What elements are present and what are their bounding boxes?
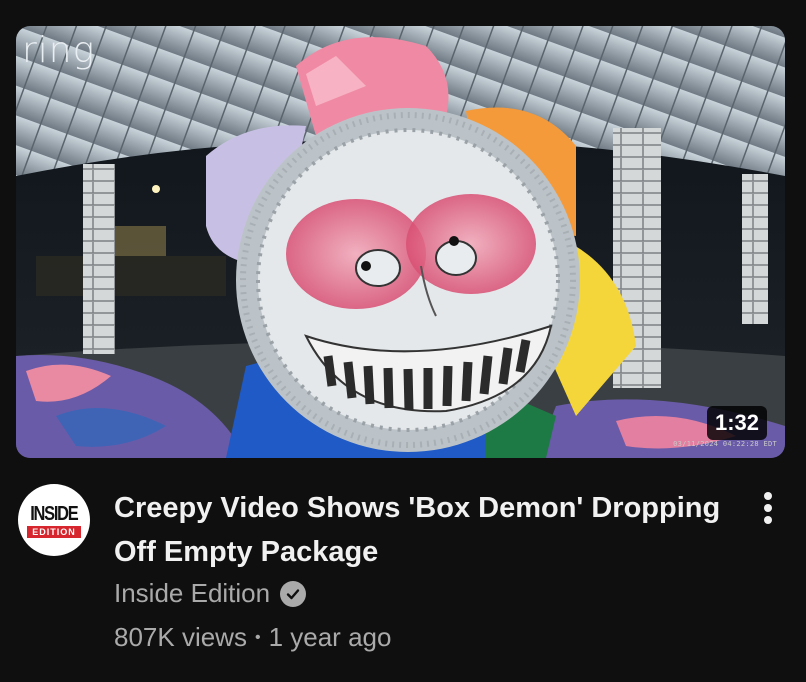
- avatar-logo-line2: EDITION: [27, 526, 81, 538]
- upload-age: 1 year ago: [268, 622, 392, 652]
- channel-name[interactable]: Inside Edition: [114, 578, 270, 609]
- thumbnail-image: [16, 26, 785, 458]
- view-count: 807K views: [114, 622, 247, 652]
- video-thumbnail[interactable]: ring 1:32 03/11/2024 04:22:28 EDT: [16, 26, 785, 458]
- menu-dot: [764, 504, 772, 512]
- ring-watermark: ring: [22, 30, 96, 71]
- channel-row: Inside Edition: [114, 578, 307, 609]
- duration-badge: 1:32: [706, 406, 767, 440]
- menu-dot: [764, 516, 772, 524]
- more-vert-icon[interactable]: [755, 488, 781, 528]
- verified-check-icon: [280, 580, 307, 607]
- video-meta: 807K views • 1 year ago: [114, 622, 391, 653]
- channel-avatar[interactable]: INSIDE EDITION: [18, 484, 90, 556]
- avatar-logo-line1: INSIDE: [30, 503, 79, 525]
- video-title[interactable]: Creepy Video Shows 'Box Demon' Dropping …: [114, 486, 734, 574]
- meta-separator: •: [254, 628, 261, 646]
- menu-dot: [764, 492, 772, 500]
- camera-timestamp: 03/11/2024 04:22:28 EDT: [673, 440, 777, 448]
